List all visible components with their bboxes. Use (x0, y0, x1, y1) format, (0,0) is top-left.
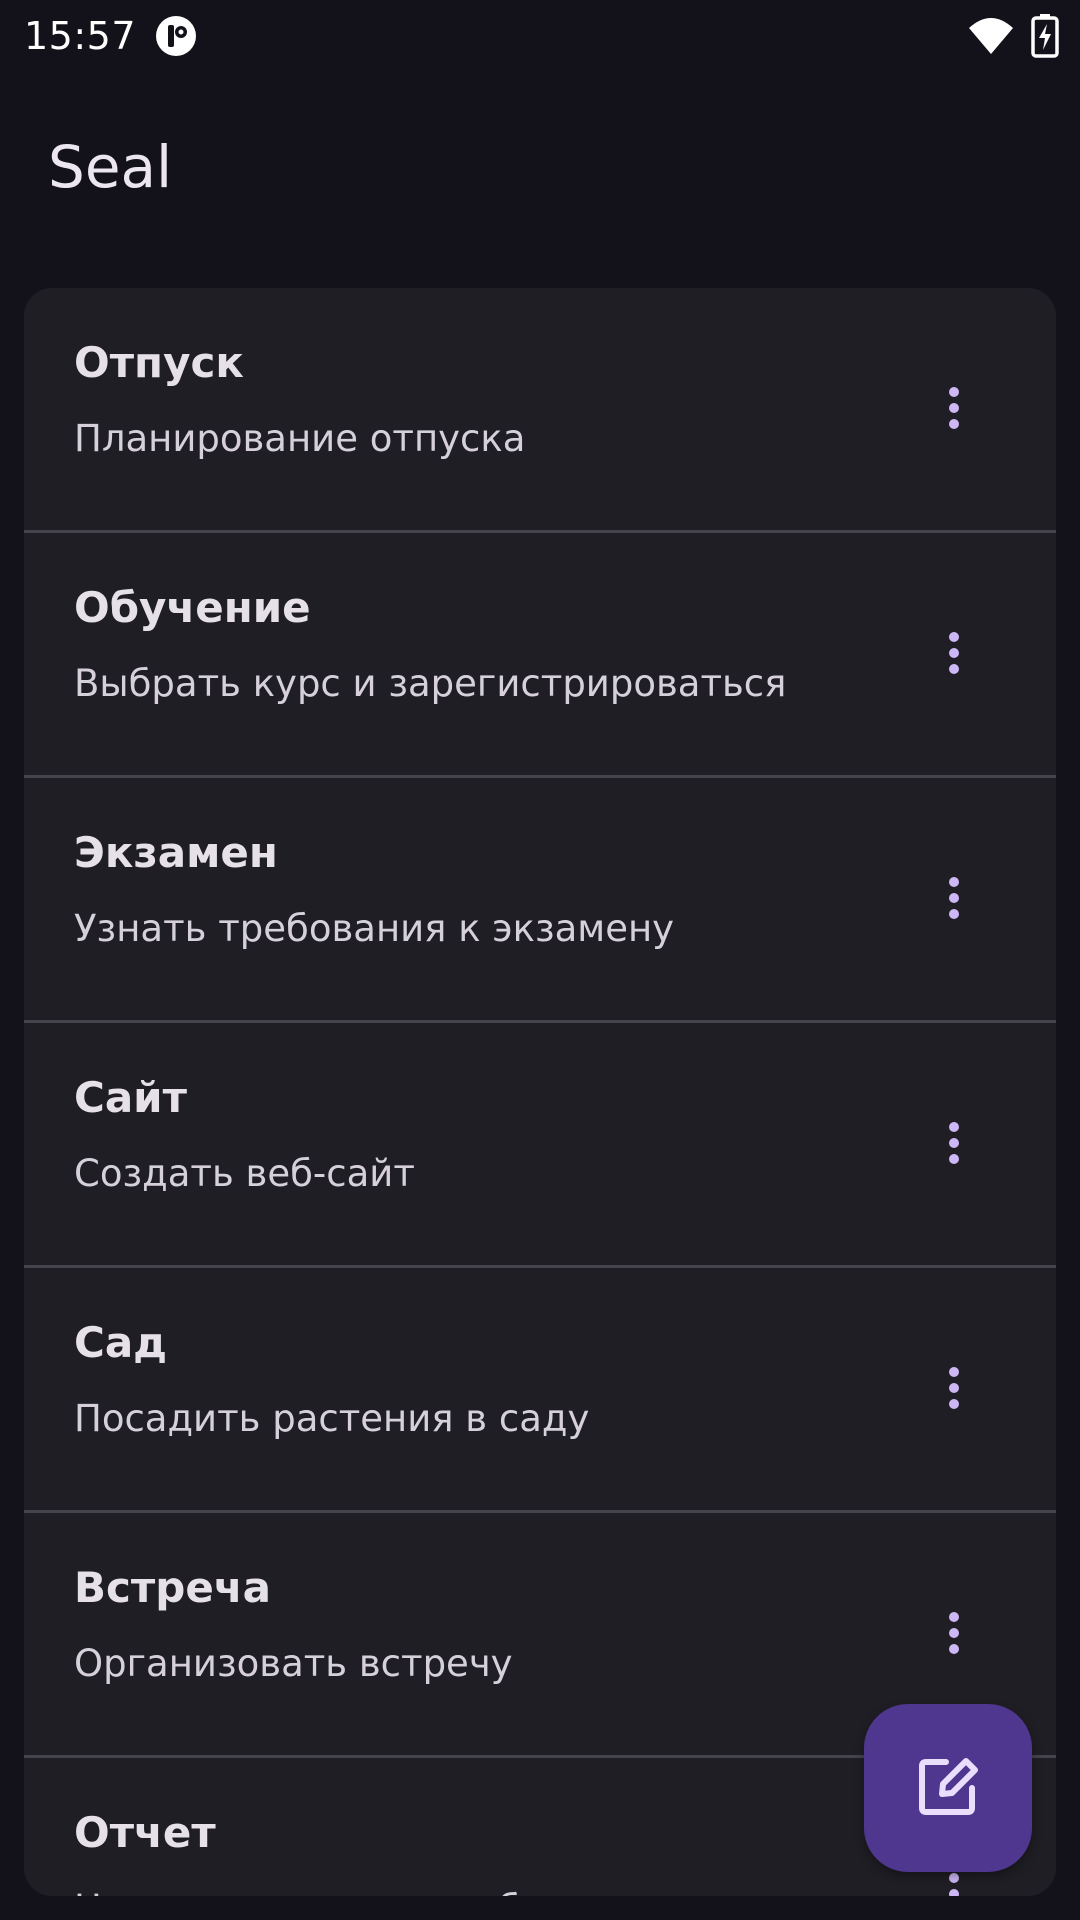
note-title: Обучение (74, 583, 311, 632)
status-bar: 15:57 (0, 0, 1080, 72)
note-item-vacation[interactable]: Отпуск Планирование отпуска (24, 288, 1056, 533)
note-title: Отчет (74, 1808, 216, 1857)
notes-list: Отпуск Планирование отпуска Обучение Выб… (24, 288, 1056, 1896)
note-subtitle: Организовать встречу (74, 1642, 513, 1685)
note-subtitle: Выбрать курс и зарегистрироваться (74, 662, 787, 705)
note-subtitle: Планирование отпуска (74, 417, 526, 460)
note-title: Экзамен (74, 828, 278, 877)
edit-icon (916, 1754, 980, 1822)
note-item-study[interactable]: Обучение Выбрать курс и зарегистрировать… (24, 533, 1056, 778)
app-notification-icon (155, 15, 197, 57)
note-subtitle: Написать отчет по работе (74, 1886, 588, 1896)
new-note-fab[interactable] (864, 1704, 1032, 1872)
more-vert-icon[interactable] (924, 378, 984, 438)
note-item-website[interactable]: Сайт Создать веб-сайт (24, 1023, 1056, 1268)
note-subtitle: Узнать требования к экзамену (74, 907, 675, 950)
note-title: Отпуск (74, 338, 244, 387)
note-subtitle: Посадить растения в саду (74, 1397, 590, 1440)
more-vert-icon[interactable] (924, 1603, 984, 1663)
app-title: Seal (48, 133, 173, 201)
more-vert-icon[interactable] (924, 623, 984, 683)
screen: 15:57 Seal Отпуск Планирование отпуска О… (0, 0, 1080, 1920)
note-title: Сад (74, 1318, 168, 1367)
wifi-icon (968, 16, 1014, 56)
more-vert-icon[interactable] (924, 1358, 984, 1418)
note-title: Сайт (74, 1073, 187, 1122)
more-vert-icon[interactable] (924, 1113, 984, 1173)
status-time: 15:57 (24, 14, 137, 58)
note-item-garden[interactable]: Сад Посадить растения в саду (24, 1268, 1056, 1513)
note-title: Встреча (74, 1563, 271, 1612)
note-item-exam[interactable]: Экзамен Узнать требования к экзамену (24, 778, 1056, 1023)
more-vert-icon[interactable] (924, 868, 984, 928)
note-subtitle: Создать веб-сайт (74, 1152, 415, 1195)
battery-charging-icon (1031, 14, 1059, 58)
